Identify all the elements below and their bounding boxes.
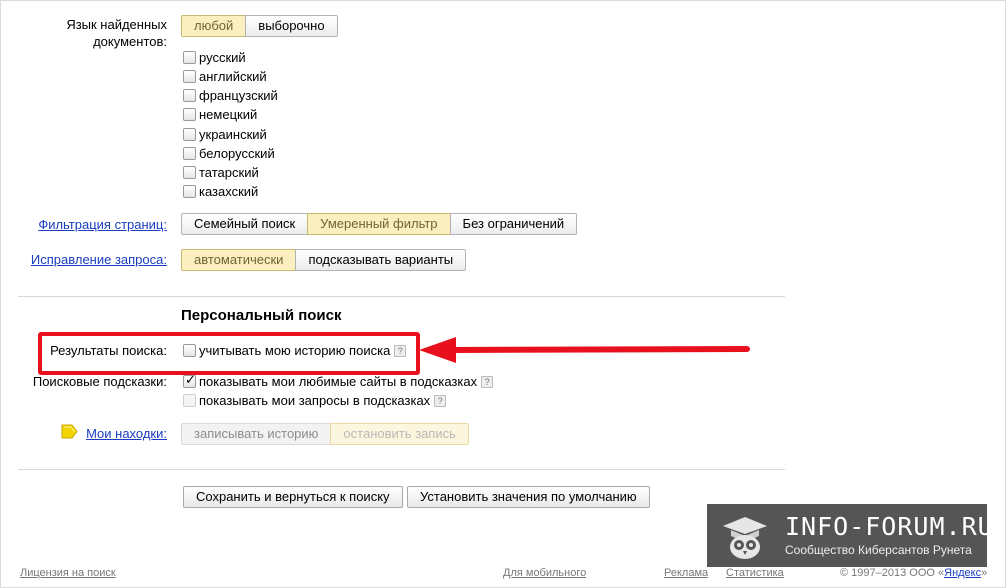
language-label: Язык найденных документов: [66, 17, 167, 49]
save-button[interactable]: Сохранить и вернуться к поиску [183, 486, 403, 508]
filter-label-link[interactable]: Фильтрация страниц: [38, 216, 167, 233]
checkbox[interactable] [183, 89, 196, 102]
suggest-queries-label: показывать мои запросы в подсказках [199, 393, 431, 408]
filter-moderate-option[interactable]: Умеренный фильтр [307, 213, 451, 235]
mobile-link[interactable]: Для мобильного [503, 567, 586, 579]
watermark: INFO-FORUM.RU Сообщество Киберсантов Рун… [707, 504, 993, 567]
language-item[interactable]: белорусский [183, 145, 275, 162]
my-finds-link[interactable]: Мои находки: [86, 425, 167, 442]
divider [18, 469, 785, 470]
checkbox[interactable] [183, 166, 196, 179]
language-item[interactable]: немецкий [183, 106, 257, 123]
finds-icon [61, 424, 78, 439]
checkbox[interactable] [183, 108, 196, 121]
finds-record-option[interactable]: записывать историю [181, 423, 332, 445]
suggest-sites-option[interactable]: ✓ показывать мои любимые сайты в подсказк… [183, 372, 494, 390]
checkbox[interactable] [183, 70, 196, 83]
filter-none-option[interactable]: Без ограничений [449, 213, 578, 235]
ads-link[interactable]: Реклама [664, 567, 708, 579]
divider [18, 296, 785, 297]
defaults-button[interactable]: Установить значения по умолчанию [407, 486, 650, 508]
highlight-box [38, 332, 420, 375]
filter-family-option[interactable]: Семейный поиск [181, 213, 309, 235]
personal-search-heading: Персональный поиск [181, 307, 342, 324]
checkbox[interactable] [183, 51, 196, 64]
language-item[interactable]: казахский [183, 183, 258, 200]
suggest-queries-option[interactable]: показывать мои запросы в подсказках? [183, 392, 447, 409]
correction-suggest-option[interactable]: подсказывать варианты [295, 249, 467, 271]
correction-auto-option[interactable]: автоматически [181, 249, 297, 271]
language-any-option[interactable]: любой [181, 15, 247, 37]
watermark-title: INFO-FORUM.RU [785, 512, 994, 541]
suggest-queries-checkbox[interactable] [183, 394, 196, 407]
watermark-subtitle: Сообщество Киберсантов Рунета [785, 543, 972, 557]
arrow-icon [419, 337, 750, 363]
checkbox[interactable] [183, 147, 196, 160]
language-item[interactable]: украинский [183, 126, 267, 143]
language-item[interactable]: английский [183, 68, 267, 85]
language-item[interactable]: русский [183, 49, 246, 66]
finds-toggle: записывать историю остановить запись [181, 423, 469, 445]
suggest-sites-checkbox[interactable]: ✓ [183, 372, 196, 388]
owl-logo-icon [723, 517, 767, 559]
language-item[interactable]: французский [183, 87, 278, 104]
help-icon[interactable]: ? [434, 395, 447, 407]
language-custom-option[interactable]: выборочно [245, 15, 338, 37]
correction-toggle: автоматически подсказывать варианты [181, 249, 467, 271]
finds-stop-option[interactable]: остановить запись [330, 423, 469, 445]
language-toggle: любой выборочно [181, 15, 338, 37]
checkbox[interactable] [183, 185, 196, 198]
copyright: © 1997–2013 ООО «Яндекс» [840, 567, 988, 579]
help-icon[interactable]: ? [481, 376, 494, 388]
checkbox[interactable] [183, 128, 196, 141]
language-item[interactable]: татарский [183, 164, 259, 181]
yandex-link[interactable]: Яндекс [944, 567, 981, 579]
license-link[interactable]: Лицензия на поиск [20, 567, 116, 579]
stats-link[interactable]: Статистика [726, 567, 784, 579]
correction-label-link[interactable]: Исправление запроса: [31, 251, 167, 268]
suggest-sites-label: показывать мои любимые сайты в подсказка… [199, 374, 478, 389]
suggest-label: Поисковые подсказки: [32, 374, 167, 389]
filter-toggle: Семейный поиск Умеренный фильтр Без огра… [181, 213, 578, 235]
